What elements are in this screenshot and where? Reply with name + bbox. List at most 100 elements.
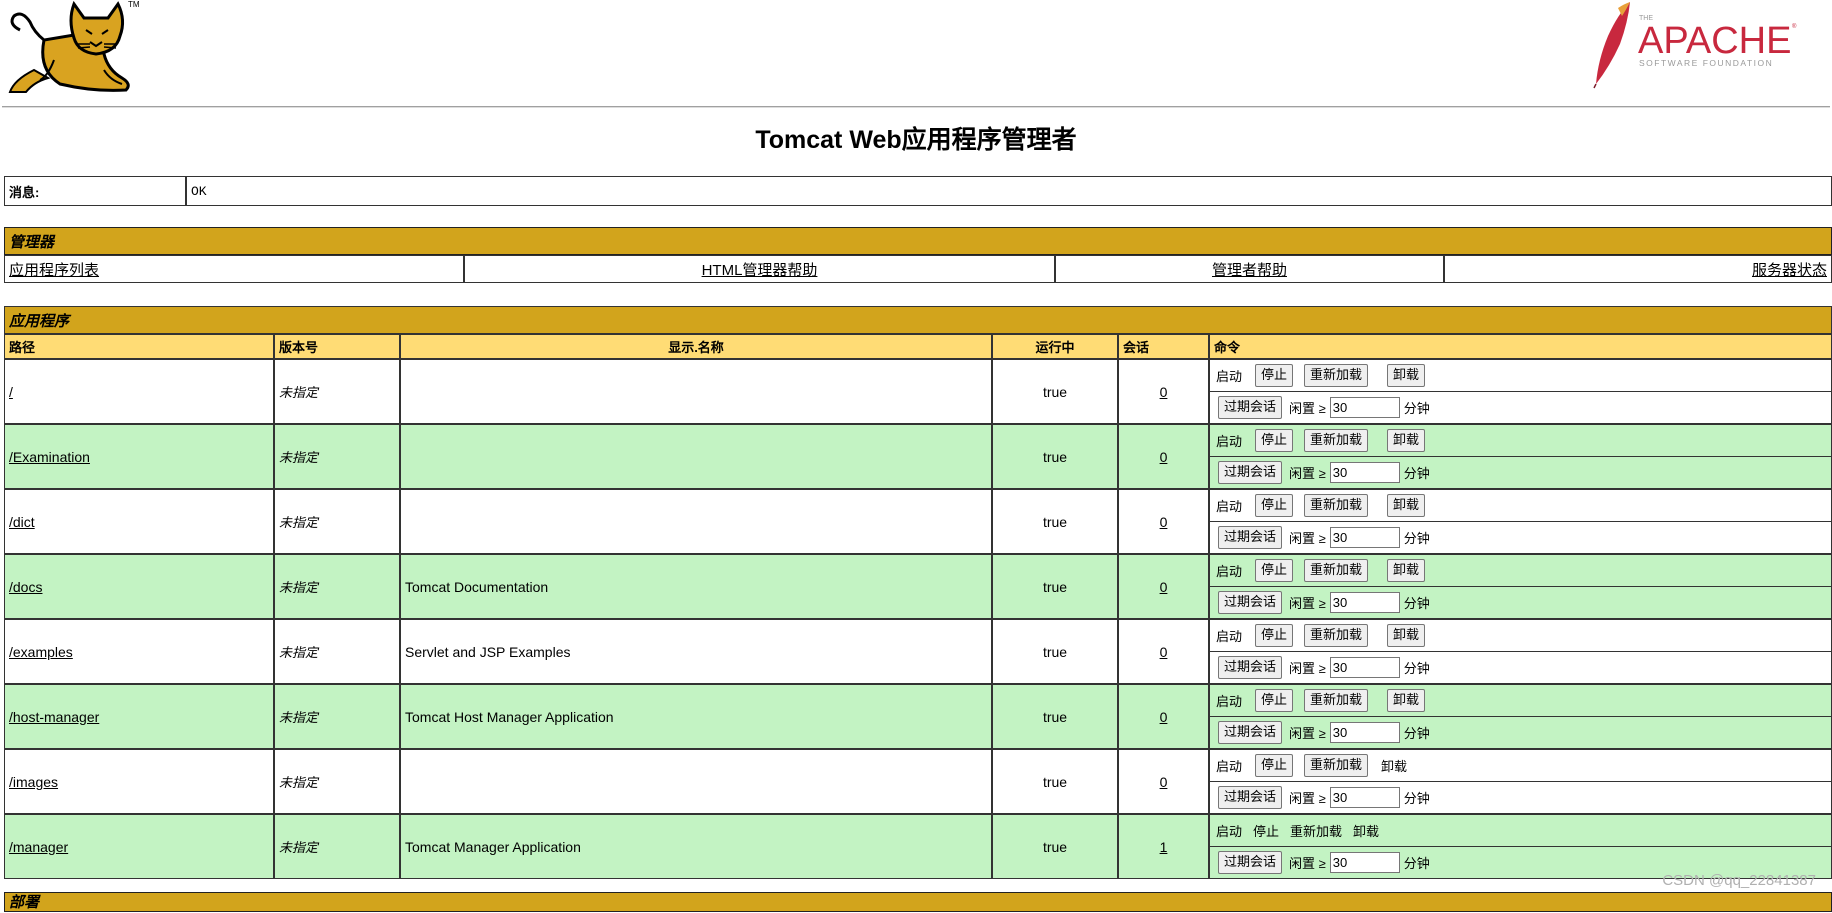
app-commands: 启动 停止 重新加载 卸载 过期会话 闲置 ≥ 分钟 [1209, 489, 1832, 554]
reload-button[interactable]: 重新加载 [1304, 624, 1369, 647]
app-sessions-cell: 1 [1118, 814, 1209, 879]
app-display-name [400, 424, 992, 489]
expire-sessions-button[interactable]: 过期会话 [1218, 461, 1283, 484]
column-header-sessions: 会话 [1118, 334, 1209, 359]
server-status-link[interactable]: 服务器状态 [1752, 262, 1827, 279]
undeploy-button[interactable]: 卸载 [1387, 364, 1426, 387]
app-path-link[interactable]: /dict [9, 514, 35, 530]
minutes-label: 分钟 [1403, 791, 1430, 806]
app-path-link[interactable]: / [9, 384, 13, 400]
manager-help-cell: 管理者帮助 [1055, 255, 1444, 283]
idle-minutes-input[interactable] [1329, 722, 1400, 743]
minutes-label: 分钟 [1403, 401, 1430, 416]
app-path-cell: /docs [4, 554, 274, 619]
list-applications-cell: 应用程序列表 [4, 255, 464, 283]
stop-button[interactable]: 停止 [1255, 429, 1294, 452]
reload-button[interactable]: 重新加载 [1304, 559, 1369, 582]
minutes-label: 分钟 [1403, 531, 1430, 546]
column-header-version: 版本号 [274, 334, 400, 359]
app-path-link[interactable]: /manager [9, 839, 68, 855]
tomcat-logo-icon[interactable] [4, 0, 140, 96]
undeploy-button[interactable]: 卸载 [1387, 559, 1426, 582]
idle-label: 闲置 ≥ [1289, 856, 1326, 871]
start-label: 启动 [1216, 499, 1243, 514]
app-running: true [992, 359, 1118, 424]
idle-minutes-input[interactable] [1329, 657, 1400, 678]
app-sessions-link[interactable]: 0 [1160, 384, 1168, 400]
app-path-link[interactable]: /Examination [9, 449, 90, 465]
idle-minutes-input[interactable] [1329, 787, 1400, 808]
reload-button[interactable]: 重新加载 [1304, 689, 1369, 712]
idle-minutes-input[interactable] [1329, 397, 1400, 418]
stop-label: 停止 [1253, 824, 1280, 839]
app-sessions-link[interactable]: 0 [1160, 709, 1168, 725]
app-commands: 启动 停止 重新加载 卸载 过期会话 闲置 ≥ 分钟 [1209, 554, 1832, 619]
app-version: 未指定 [274, 684, 400, 749]
stop-button[interactable]: 停止 [1255, 754, 1294, 777]
app-sessions-link[interactable]: 0 [1160, 449, 1168, 465]
start-label: 启动 [1216, 369, 1243, 384]
applications-table: 应用程序 路径 版本号 显示.名称 运行中 会话 命令 / 未指定 true 0… [4, 306, 1832, 879]
column-header-display-name: 显示.名称 [400, 334, 992, 359]
stop-button[interactable]: 停止 [1255, 689, 1294, 712]
stop-button[interactable]: 停止 [1255, 494, 1294, 517]
undeploy-label: 卸载 [1353, 824, 1380, 839]
app-path-cell: / [4, 359, 274, 424]
message-label: 消息: [4, 176, 186, 206]
reload-label: 重新加载 [1290, 824, 1343, 839]
expire-sessions-button[interactable]: 过期会话 [1218, 851, 1283, 874]
expire-sessions-button[interactable]: 过期会话 [1218, 656, 1283, 679]
app-sessions-link[interactable]: 0 [1160, 579, 1168, 595]
apache-name: APACHE [1638, 20, 1791, 62]
manager-help-link[interactable]: 管理者帮助 [1212, 262, 1287, 279]
reload-button[interactable]: 重新加载 [1304, 429, 1369, 452]
app-running: true [992, 554, 1118, 619]
app-running: true [992, 489, 1118, 554]
expire-sessions-button[interactable]: 过期会话 [1218, 786, 1283, 809]
apache-logo[interactable]: THE APACHE ® SOFTWARE FOUNDATION [1588, 0, 1806, 90]
app-commands: 启动 停止 重新加载 卸载 过期会话 闲置 ≥ 分钟 [1209, 424, 1832, 489]
undeploy-button[interactable]: 卸载 [1387, 429, 1426, 452]
app-display-name: Servlet and JSP Examples [400, 619, 992, 684]
apache-registered: ® [1792, 23, 1797, 30]
app-commands: 启动 停止 重新加载 卸载 过期会话 闲置 ≥ 分钟 [1209, 749, 1832, 814]
app-commands: 启动 停止 重新加载 卸载 过期会话 闲置 ≥ 分钟 [1209, 684, 1832, 749]
manager-table: 管理器 应用程序列表 HTML管理器帮助 管理者帮助 服务器状态 [4, 227, 1832, 283]
expire-sessions-button[interactable]: 过期会话 [1218, 591, 1283, 614]
app-path-link[interactable]: /host-manager [9, 709, 99, 725]
idle-minutes-input[interactable] [1329, 462, 1400, 483]
minutes-label: 分钟 [1403, 856, 1430, 871]
app-path-link[interactable]: /docs [9, 579, 42, 595]
expire-sessions-button[interactable]: 过期会话 [1218, 396, 1283, 419]
app-sessions-cell: 0 [1118, 684, 1209, 749]
app-path-link[interactable]: /examples [9, 644, 73, 660]
stop-button[interactable]: 停止 [1255, 559, 1294, 582]
reload-button[interactable]: 重新加载 [1304, 364, 1369, 387]
idle-minutes-input[interactable] [1329, 527, 1400, 548]
app-sessions-link[interactable]: 0 [1160, 514, 1168, 530]
html-manager-help-link[interactable]: HTML管理器帮助 [702, 262, 818, 279]
stop-button[interactable]: 停止 [1255, 364, 1294, 387]
app-commands: 启动 停止 重新加载 卸载 过期会话 闲置 ≥ 分钟 [1209, 619, 1832, 684]
list-applications-link[interactable]: 应用程序列表 [9, 262, 99, 279]
app-sessions-link[interactable]: 1 [1160, 839, 1168, 855]
expire-sessions-button[interactable]: 过期会话 [1218, 721, 1283, 744]
reload-button[interactable]: 重新加载 [1304, 754, 1369, 777]
table-row: /dict 未指定 true 0 启动 停止 重新加载 卸载 过期会话 闲置 ≥… [4, 489, 1832, 554]
minutes-label: 分钟 [1403, 596, 1430, 611]
app-sessions-link[interactable]: 0 [1160, 644, 1168, 660]
undeploy-button[interactable]: 卸载 [1387, 494, 1426, 517]
app-sessions-cell: 0 [1118, 424, 1209, 489]
expire-sessions-button[interactable]: 过期会话 [1218, 526, 1283, 549]
stop-button[interactable]: 停止 [1255, 624, 1294, 647]
idle-minutes-input[interactable] [1329, 852, 1400, 873]
table-row: /manager 未指定 Tomcat Manager Application … [4, 814, 1832, 879]
app-sessions-link[interactable]: 0 [1160, 774, 1168, 790]
app-commands: 启动 停止 重新加载 卸载 过期会话 闲置 ≥ 分钟 [1209, 814, 1832, 879]
undeploy-button[interactable]: 卸载 [1387, 689, 1426, 712]
idle-minutes-input[interactable] [1329, 592, 1400, 613]
reload-button[interactable]: 重新加载 [1304, 494, 1369, 517]
start-label: 启动 [1216, 564, 1243, 579]
app-path-link[interactable]: /images [9, 774, 58, 790]
undeploy-button[interactable]: 卸载 [1387, 624, 1426, 647]
